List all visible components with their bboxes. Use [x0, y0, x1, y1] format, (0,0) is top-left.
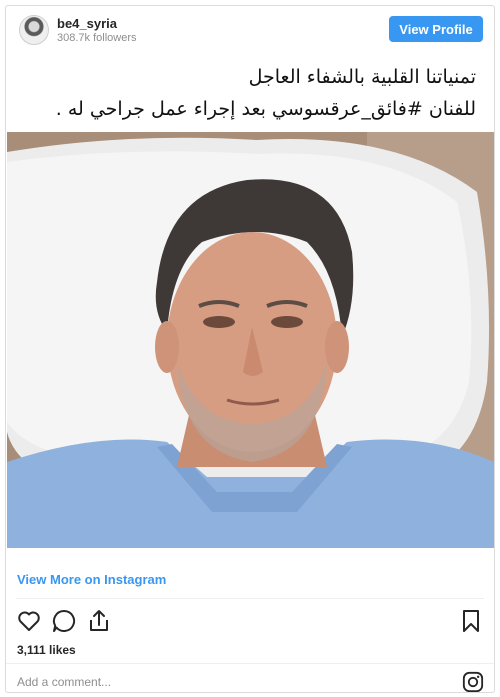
username[interactable]: be4_syria [57, 16, 117, 31]
like-count[interactable]: 3,111 likes [17, 643, 76, 657]
view-profile-button[interactable]: View Profile [389, 16, 483, 42]
post-photo-illustration [7, 132, 494, 548]
caption-line-2: للفنان #فائق_عرقسوسي بعد إجراء عمل جراحي… [55, 98, 476, 120]
divider [6, 663, 494, 664]
share-icon[interactable] [86, 608, 112, 634]
post-photo[interactable] [7, 132, 494, 548]
bookmark-icon[interactable] [458, 608, 484, 634]
divider [16, 598, 484, 599]
view-more-link[interactable]: View More on Instagram [17, 572, 166, 587]
avatar[interactable] [19, 15, 49, 45]
comment-icon[interactable] [51, 608, 77, 634]
follower-count: 308.7k followers [57, 32, 137, 44]
heart-icon[interactable] [16, 608, 42, 634]
instagram-embed-card: be4_syria 308.7k followers View Profile … [5, 5, 495, 693]
post-caption: تمنياتنا القلبية بالشفاء العاجل للفنان #… [20, 61, 476, 125]
post-header: be4_syria 308.7k followers View Profile [6, 6, 494, 52]
comment-input[interactable]: Add a comment... [17, 675, 111, 689]
caption-line-1: تمنياتنا القلبية بالشفاء العاجل [248, 66, 476, 88]
instagram-icon[interactable] [462, 671, 484, 693]
